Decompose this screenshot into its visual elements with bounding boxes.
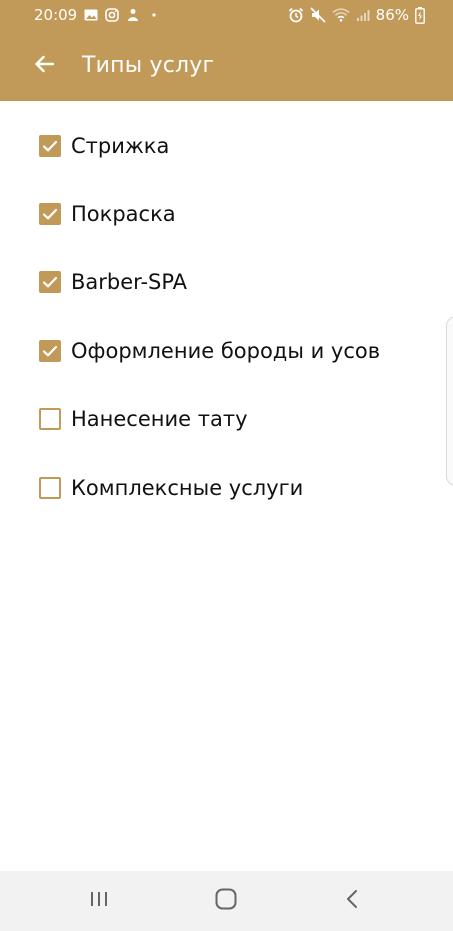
checkbox-checked-icon[interactable]: [39, 340, 61, 362]
page-title: Типы услуг: [82, 53, 215, 78]
status-right: 86%: [288, 6, 425, 24]
service-item-coloring[interactable]: Покраска: [0, 194, 440, 234]
status-left: 20:09: [34, 6, 161, 24]
checkbox-checked-icon[interactable]: [39, 203, 61, 225]
service-item-complex[interactable]: Комплексные услуги: [0, 468, 440, 508]
service-label: Barber-SPA: [71, 270, 188, 294]
home-icon: [214, 888, 238, 914]
dot-icon: [147, 8, 161, 22]
back-icon: [344, 889, 360, 913]
arrow-left-icon: [34, 55, 55, 77]
edge-panel-handle[interactable]: [446, 316, 453, 486]
alarm-icon: [288, 7, 304, 23]
service-item-haircut[interactable]: Стрижка: [0, 126, 440, 166]
gallery-icon: [84, 8, 98, 22]
status-bar: 20:09 86%: [0, 0, 453, 30]
checkbox-checked-icon[interactable]: [39, 271, 61, 293]
recent-apps-button[interactable]: [85, 887, 113, 915]
status-time: 20:09: [34, 6, 78, 24]
service-item-tattoo[interactable]: Нанесение тату: [0, 399, 440, 439]
service-item-beard-styling[interactable]: Оформление бороды и усов: [0, 331, 440, 371]
app-notification-icon: [126, 8, 140, 22]
app-bar: Типы услуг: [0, 30, 453, 101]
service-label: Нанесение тату: [71, 407, 248, 431]
mute-icon: [310, 7, 326, 23]
signal-icon: [356, 8, 370, 22]
back-button[interactable]: [26, 52, 62, 80]
home-button[interactable]: [212, 887, 240, 915]
service-item-barber-spa[interactable]: Barber-SPA: [0, 262, 440, 302]
service-label: Стрижка: [71, 134, 170, 158]
checkbox-unchecked-icon[interactable]: [39, 477, 61, 499]
recent-apps-icon: [88, 889, 110, 913]
service-label: Комплексные услуги: [71, 476, 304, 500]
instagram-icon: [105, 8, 120, 22]
service-label: Оформление бороды и усов: [71, 339, 381, 363]
nav-back-button[interactable]: [338, 887, 366, 915]
wifi-icon: [332, 8, 350, 22]
checkbox-checked-icon[interactable]: [39, 135, 61, 157]
service-label: Покраска: [71, 202, 176, 226]
battery-icon: [415, 6, 425, 24]
navigation-bar: [0, 871, 453, 931]
checkbox-unchecked-icon[interactable]: [39, 408, 61, 430]
battery-percent: 86%: [375, 6, 409, 24]
